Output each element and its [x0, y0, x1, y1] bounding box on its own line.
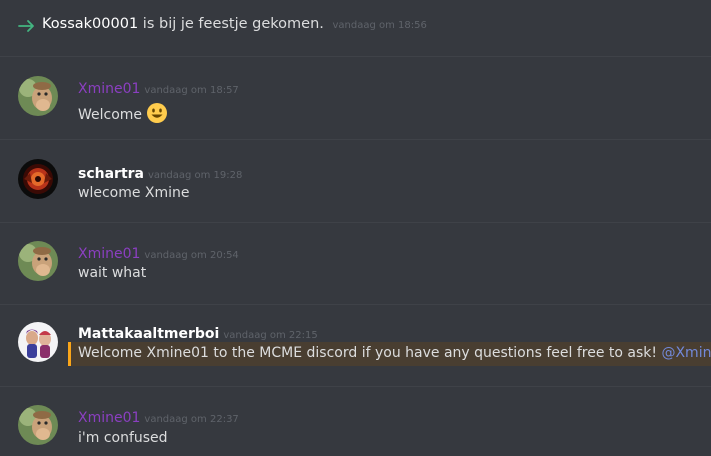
message-header: schartra vandaag om 19:28 [78, 163, 242, 182]
message-text: Welcome [78, 102, 168, 124]
timestamp: vandaag om 18:56 [332, 20, 427, 31]
avatar[interactable] [18, 76, 58, 116]
message-group: schartra vandaag om 19:28 wlecome Xmine [0, 140, 711, 223]
message-header: Xmine01 vandaag om 22:37 [78, 407, 239, 426]
join-text: Kossak00001 is bij je feestje gekomen. v… [42, 16, 427, 32]
message-content: Welcome [78, 107, 143, 123]
avatar[interactable] [18, 322, 58, 362]
message-text: Welcome Xmine01 to the MCME discord if y… [78, 345, 711, 361]
chat-messages: Kossak00001 is bij je feestje gekomen. v… [0, 0, 711, 456]
join-username[interactable]: Kossak00001 [42, 16, 138, 32]
avatar[interactable] [18, 405, 58, 445]
mention-highlight: Welcome Xmine01 to the MCME discord if y… [68, 342, 711, 366]
message-group: Mattakaaltmerboi vandaag om 22:15 Welcome… [0, 305, 711, 387]
username[interactable]: Xmine01 [78, 81, 140, 97]
message-text: wait what [78, 265, 147, 281]
username[interactable]: Mattakaaltmerboi [78, 326, 219, 342]
message-header: Xmine01 vandaag om 18:57 [78, 78, 239, 97]
avatar[interactable] [18, 159, 58, 199]
message-group: Xmine01 vandaag om 22:37 i'm confused [0, 387, 711, 456]
avatar[interactable] [18, 241, 58, 281]
username[interactable]: Xmine01 [78, 246, 140, 262]
smiley-emoji[interactable] [146, 102, 168, 124]
message-group: Xmine01 vandaag om 18:57 Welcome [0, 57, 711, 140]
arrow-right-icon [18, 20, 34, 32]
username[interactable]: Xmine01 [78, 410, 140, 426]
user-mention[interactable]: @Xmine01 [661, 345, 711, 361]
timestamp: vandaag om 19:28 [148, 170, 243, 181]
timestamp: vandaag om 22:37 [144, 414, 239, 425]
message-text: i'm confused [78, 430, 168, 446]
join-message: is bij je feestje gekomen. [138, 16, 324, 32]
timestamp: vandaag om 22:15 [223, 330, 318, 341]
message-group: Xmine01 vandaag om 20:54 wait what [0, 223, 711, 305]
message-text: wlecome Xmine [78, 185, 190, 201]
message-content: Welcome Xmine01 to the MCME discord if y… [78, 345, 662, 361]
system-join-message: Kossak00001 is bij je feestje gekomen. v… [0, 0, 711, 57]
timestamp: vandaag om 18:57 [144, 85, 239, 96]
timestamp: vandaag om 20:54 [144, 250, 239, 261]
message-header: Mattakaaltmerboi vandaag om 22:15 [78, 323, 318, 342]
username[interactable]: schartra [78, 166, 144, 182]
message-header: Xmine01 vandaag om 20:54 [78, 243, 239, 262]
